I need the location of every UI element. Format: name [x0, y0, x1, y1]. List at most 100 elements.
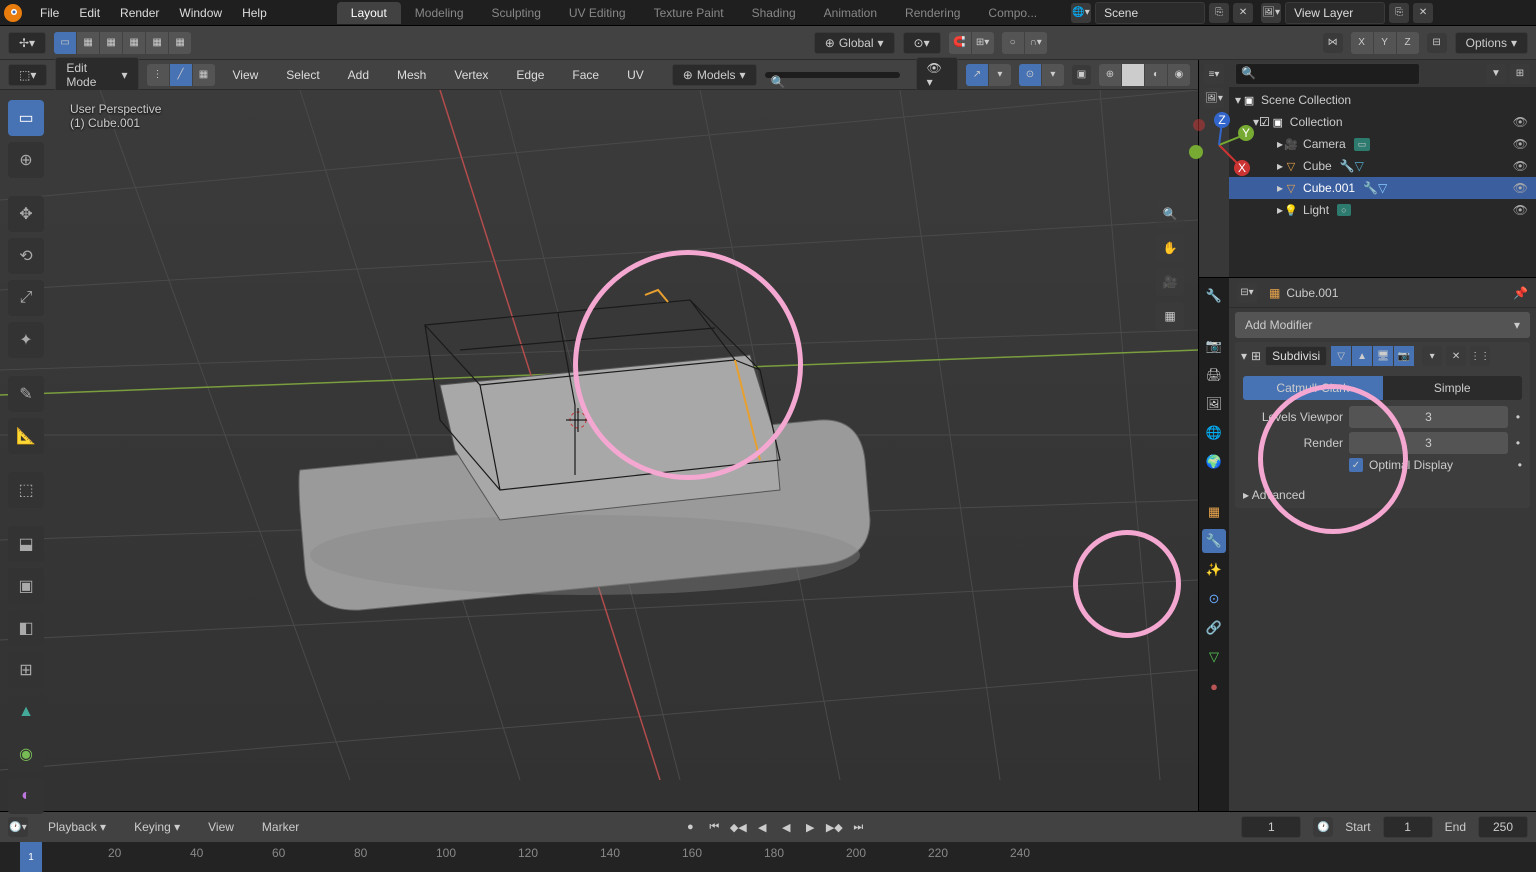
timeline-marker[interactable]: Marker: [254, 818, 307, 836]
ptab-material[interactable]: ●: [1202, 674, 1226, 698]
jump-end-icon[interactable]: ⏭: [847, 816, 869, 838]
ptab-tool[interactable]: 🔧: [1202, 284, 1226, 308]
proportional-toggle[interactable]: ○: [1002, 32, 1024, 54]
advanced-panel-toggle[interactable]: ▸ Advanced: [1235, 482, 1530, 508]
ptab-render[interactable]: 📷: [1202, 334, 1226, 358]
tool-inset[interactable]: ▣: [8, 568, 44, 604]
mirror-options-icon[interactable]: ⊟: [1427, 33, 1447, 53]
overlay-toggle[interactable]: ⊙: [1019, 64, 1041, 86]
current-frame-input[interactable]: [1241, 816, 1301, 838]
shading-material[interactable]: ◐: [1145, 64, 1167, 86]
tool-transform[interactable]: ✦: [8, 322, 44, 358]
axis-z-toggle[interactable]: Z: [1397, 32, 1419, 54]
filter-icon[interactable]: ▼: [1486, 64, 1506, 84]
tab-uv[interactable]: UV Editing: [555, 2, 640, 24]
tool-scale[interactable]: ⤢: [8, 280, 44, 316]
menu-window[interactable]: Window: [169, 6, 232, 20]
shading-wireframe[interactable]: ⊕: [1099, 64, 1121, 86]
vp-menu-select[interactable]: Select: [276, 68, 329, 82]
viewlayer-browse-icon[interactable]: 🖼▾: [1261, 3, 1281, 23]
editor-type-dropdown[interactable]: ⬚▾: [8, 64, 47, 86]
tool-extrude[interactable]: ⬓: [8, 526, 44, 562]
snap-type[interactable]: ⊞▾: [972, 32, 994, 54]
mod-edit-toggle[interactable]: ▽: [1331, 346, 1351, 366]
timeline-editor-icon[interactable]: 🕐▾: [8, 817, 28, 837]
ptab-modifiers[interactable]: 🔧: [1202, 529, 1226, 553]
mode-dropdown[interactable]: Edit Mode ▾: [55, 57, 138, 93]
scene-browse-icon[interactable]: 🌐▾: [1071, 3, 1091, 23]
keyframe-prev-icon[interactable]: ◆◀: [727, 816, 749, 838]
zoom-icon[interactable]: 🔍: [1156, 200, 1184, 228]
gizmo-toggle[interactable]: ↗: [966, 64, 988, 86]
playhead[interactable]: 1: [20, 842, 42, 872]
select-subtract[interactable]: ▦: [123, 32, 145, 54]
viewport-canvas[interactable]: ▭ ⊕ ✥ ⟲ ⤢ ✦ ✎ 📐 ⬚ ⬓ ▣ ◧ ⊞ ▲ ◉ ◐: [0, 90, 1198, 811]
vp-menu-mesh[interactable]: Mesh: [387, 68, 436, 82]
vp-menu-edge[interactable]: Edge: [506, 68, 554, 82]
vertex-select[interactable]: ⋮: [147, 64, 169, 86]
pin-icon[interactable]: 📌: [1513, 286, 1528, 300]
tab-compositing[interactable]: Compo...: [974, 2, 1051, 24]
render-levels-value[interactable]: 3: [1349, 432, 1508, 454]
modifier-extras-icon[interactable]: ▾: [1422, 346, 1442, 366]
tool-move[interactable]: ✥: [8, 196, 44, 232]
tab-sculpting[interactable]: Sculpting: [478, 2, 555, 24]
pan-icon[interactable]: ✋: [1156, 234, 1184, 262]
playback-dropdown[interactable]: Playback ▾: [40, 818, 114, 836]
tool-bevel[interactable]: ◧: [8, 610, 44, 646]
end-frame-input[interactable]: [1478, 816, 1528, 838]
axis-y-toggle[interactable]: Y: [1374, 32, 1396, 54]
xray-toggle[interactable]: ▣: [1072, 65, 1091, 85]
tool-spin[interactable]: ◐: [8, 778, 44, 814]
snap-toggle[interactable]: 🧲: [949, 32, 971, 54]
mod-render-toggle[interactable]: 📷: [1394, 346, 1414, 366]
select-invert[interactable]: ▦: [146, 32, 168, 54]
tool-polybuild[interactable]: ◉: [8, 736, 44, 772]
ptab-output[interactable]: 🖨: [1202, 363, 1226, 387]
timeline-view[interactable]: View: [200, 818, 242, 836]
ptab-data[interactable]: ▽: [1202, 645, 1226, 669]
simple-button[interactable]: Simple: [1383, 376, 1523, 400]
pivot-dropdown[interactable]: ⊙▾: [903, 32, 941, 54]
menu-help[interactable]: Help: [232, 6, 277, 20]
scene-delete-icon[interactable]: ✕: [1233, 3, 1253, 23]
tool-rotate[interactable]: ⟲: [8, 238, 44, 274]
new-collection-icon[interactable]: ⊞: [1510, 64, 1530, 84]
ptab-scene[interactable]: 🌐: [1202, 421, 1226, 445]
keying-dropdown[interactable]: Keying ▾: [126, 818, 188, 836]
eye-icon[interactable]: 👁: [1513, 115, 1528, 129]
outliner-scene-collection[interactable]: ▾▣Scene Collection: [1229, 89, 1536, 111]
gizmo-dropdown[interactable]: ▾: [989, 64, 1011, 86]
modifier-drag-icon[interactable]: ⋮⋮: [1470, 346, 1490, 366]
outliner-editor-icon[interactable]: ≡▾: [1204, 64, 1224, 84]
visibility-dropdown[interactable]: 👁▾: [916, 57, 958, 93]
face-select[interactable]: ▦: [193, 64, 215, 86]
orientation-dropdown[interactable]: ⊕ Global ▾: [814, 32, 895, 54]
shading-solid[interactable]: ●: [1122, 64, 1144, 86]
select-box[interactable]: ▦: [77, 32, 99, 54]
vp-menu-add[interactable]: Add: [338, 68, 379, 82]
select-intersect[interactable]: ▦: [169, 32, 191, 54]
eye-icon[interactable]: 👁: [1513, 203, 1528, 217]
add-modifier-button[interactable]: Add Modifier▾: [1235, 312, 1530, 338]
eye-icon[interactable]: 👁: [1513, 159, 1528, 173]
catmull-clark-button[interactable]: Catmull-Clark: [1243, 376, 1383, 400]
outliner-display-icon[interactable]: 🖼▾: [1204, 88, 1224, 108]
ptab-physics[interactable]: ⊙: [1202, 587, 1226, 611]
eye-icon[interactable]: 👁: [1513, 137, 1528, 151]
modifier-delete-icon[interactable]: ✕: [1446, 346, 1466, 366]
viewlayer-new-icon[interactable]: ⎘: [1389, 3, 1409, 23]
tool-annotate[interactable]: ✎: [8, 376, 44, 412]
eye-icon[interactable]: 👁: [1513, 181, 1528, 195]
outliner-item-light[interactable]: ▸💡Light○👁: [1229, 199, 1536, 221]
tool-knife[interactable]: ▲: [8, 694, 44, 730]
ptab-object[interactable]: ▦: [1202, 500, 1226, 524]
viewport-levels-value[interactable]: 3: [1349, 406, 1508, 428]
axis-x-toggle[interactable]: X: [1351, 32, 1373, 54]
overlay-dropdown[interactable]: ▾: [1042, 64, 1064, 86]
scene-name-input[interactable]: [1095, 2, 1205, 24]
outliner-search-input[interactable]: [1235, 63, 1420, 85]
tab-shading[interactable]: Shading: [738, 2, 810, 24]
outliner-item-camera[interactable]: ▸🎥Camera▭👁: [1229, 133, 1536, 155]
timeline-track[interactable]: 1 20 40 60 80 100 120 140 160 180 200 22…: [0, 842, 1536, 872]
